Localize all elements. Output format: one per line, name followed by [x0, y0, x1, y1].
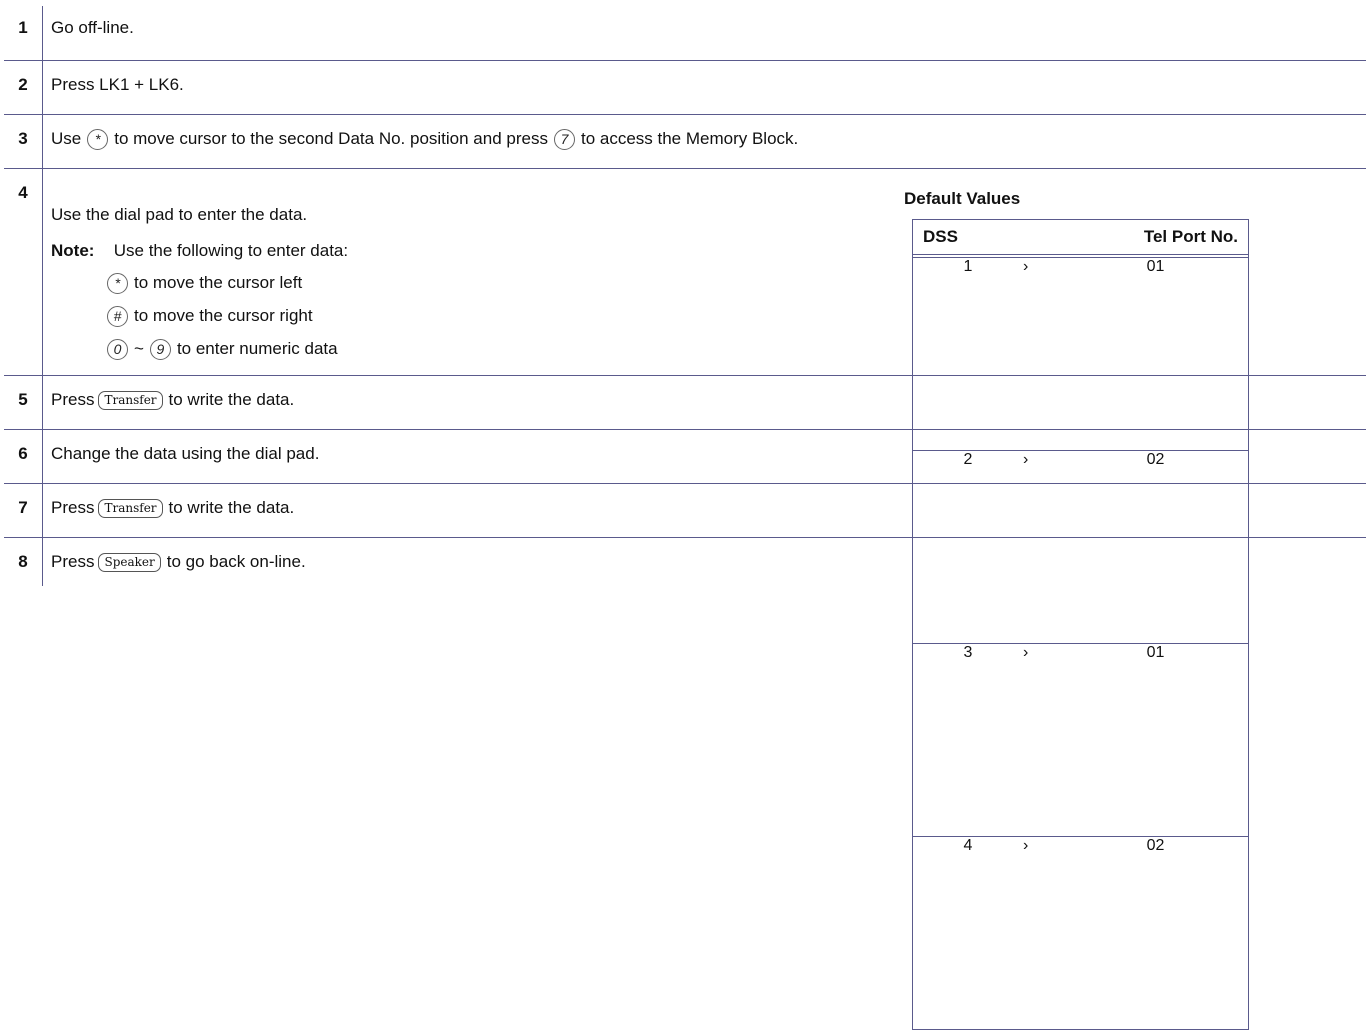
speaker-key-icon: Speaker: [98, 553, 161, 573]
transfer-key-icon: Transfer: [98, 391, 163, 411]
pound-key-icon: #: [107, 306, 128, 328]
step-text-part: Use: [51, 129, 82, 148]
note-text: Use the following to enter data:: [113, 241, 349, 260]
step-number: 5: [4, 375, 43, 430]
zero-key-icon: 0: [107, 339, 128, 361]
port-value: 02: [1063, 450, 1249, 644]
step-number: 8: [4, 537, 43, 586]
dss-value: 1: [912, 257, 1023, 451]
arrow-icon: ›: [1023, 643, 1063, 837]
step-row: 1 Go off-line.: [4, 6, 1366, 61]
dss-value: 4: [912, 836, 1023, 1030]
star-key-icon: *: [107, 273, 128, 295]
note-item: # to move the cursor right: [101, 306, 338, 339]
note: Note: Use the following to enter data:: [51, 241, 348, 261]
note-item-text: to move the cursor right: [134, 306, 313, 325]
step-number: 4: [4, 168, 43, 376]
port-value: 01: [1063, 257, 1249, 451]
step-text-part: to access the Memory Block.: [580, 129, 799, 148]
step-text-part: Press: [51, 390, 95, 409]
note-items: * to move the cursor left # to move the cu…: [101, 273, 338, 372]
step-number: 3: [4, 114, 43, 169]
step-text: Go off-line.: [42, 6, 1366, 61]
default-row: 3 › 01: [912, 643, 1249, 837]
note-item: 0 ~9 to enter numeric data: [101, 339, 338, 372]
step-text: Use * to move cursor to the second Data No…: [42, 114, 1366, 169]
star-key-icon: *: [87, 129, 109, 151]
default-row: 4 › 02: [912, 836, 1249, 1030]
step-text-part: Press: [51, 552, 95, 571]
step-number: 7: [4, 483, 43, 538]
step-number: 2: [4, 60, 43, 115]
nine-key-icon: 9: [149, 339, 171, 361]
default-row: 1 › 01: [912, 257, 1249, 451]
procedure-table: 1 Go off-line. 2 Press LK1 + LK6. 3 Use *…: [4, 6, 1366, 1030]
note-item-text: to move the cursor left: [134, 273, 303, 292]
step-text: Press LK1 + LK6.: [42, 60, 1366, 115]
arrow-icon: ›: [1023, 450, 1063, 644]
step-number: 6: [4, 429, 43, 484]
tilde: ~: [134, 339, 144, 358]
header-dss: DSS: [912, 219, 1023, 255]
port-value: 02: [1063, 836, 1249, 1030]
default-values: Default Values DSS Tel Port No. 1 › 01 2…: [904, 189, 1249, 1030]
step-content: Use the dial pad to enter the data. Note…: [42, 168, 1366, 1030]
note-item-text: to enter numeric data: [176, 339, 338, 358]
note-item: * to move the cursor left: [101, 273, 338, 306]
step-text-part: Press: [51, 498, 95, 517]
default-row: 2 › 02: [912, 450, 1249, 644]
default-values-title: Default Values: [904, 189, 1021, 208]
step-text: Use the dial pad to enter the data.: [51, 205, 308, 224]
note-label: Note:: [51, 241, 95, 260]
step-row: 4 Use the dial pad to enter the data. No…: [4, 168, 1366, 1030]
default-header-row: DSS Tel Port No.: [912, 219, 1249, 255]
step-row: 3 Use * to move cursor to the second Data …: [4, 114, 1366, 169]
default-values-table: DSS Tel Port No. 1 › 01 2 › 02 3 › 01 4 …: [912, 219, 1249, 1030]
header-blank: [1023, 219, 1063, 255]
step-text-part: to move cursor to the second Data No. po…: [114, 129, 548, 148]
step-text-part: to write the data.: [168, 498, 295, 517]
step-number: 1: [4, 6, 43, 61]
seven-key-icon: 7: [553, 129, 575, 151]
port-value: 01: [1063, 643, 1249, 837]
transfer-key-icon: Transfer: [98, 499, 163, 519]
step-row: 2 Press LK1 + LK6.: [4, 60, 1366, 115]
step-text-part: to go back on-line.: [166, 552, 306, 571]
step-text-part: to write the data.: [168, 390, 295, 409]
arrow-icon: ›: [1023, 257, 1063, 451]
dss-value: 3: [912, 643, 1023, 837]
dss-value: 2: [912, 450, 1023, 644]
arrow-icon: ›: [1023, 836, 1063, 1030]
header-tel-port: Tel Port No.: [1063, 219, 1249, 255]
